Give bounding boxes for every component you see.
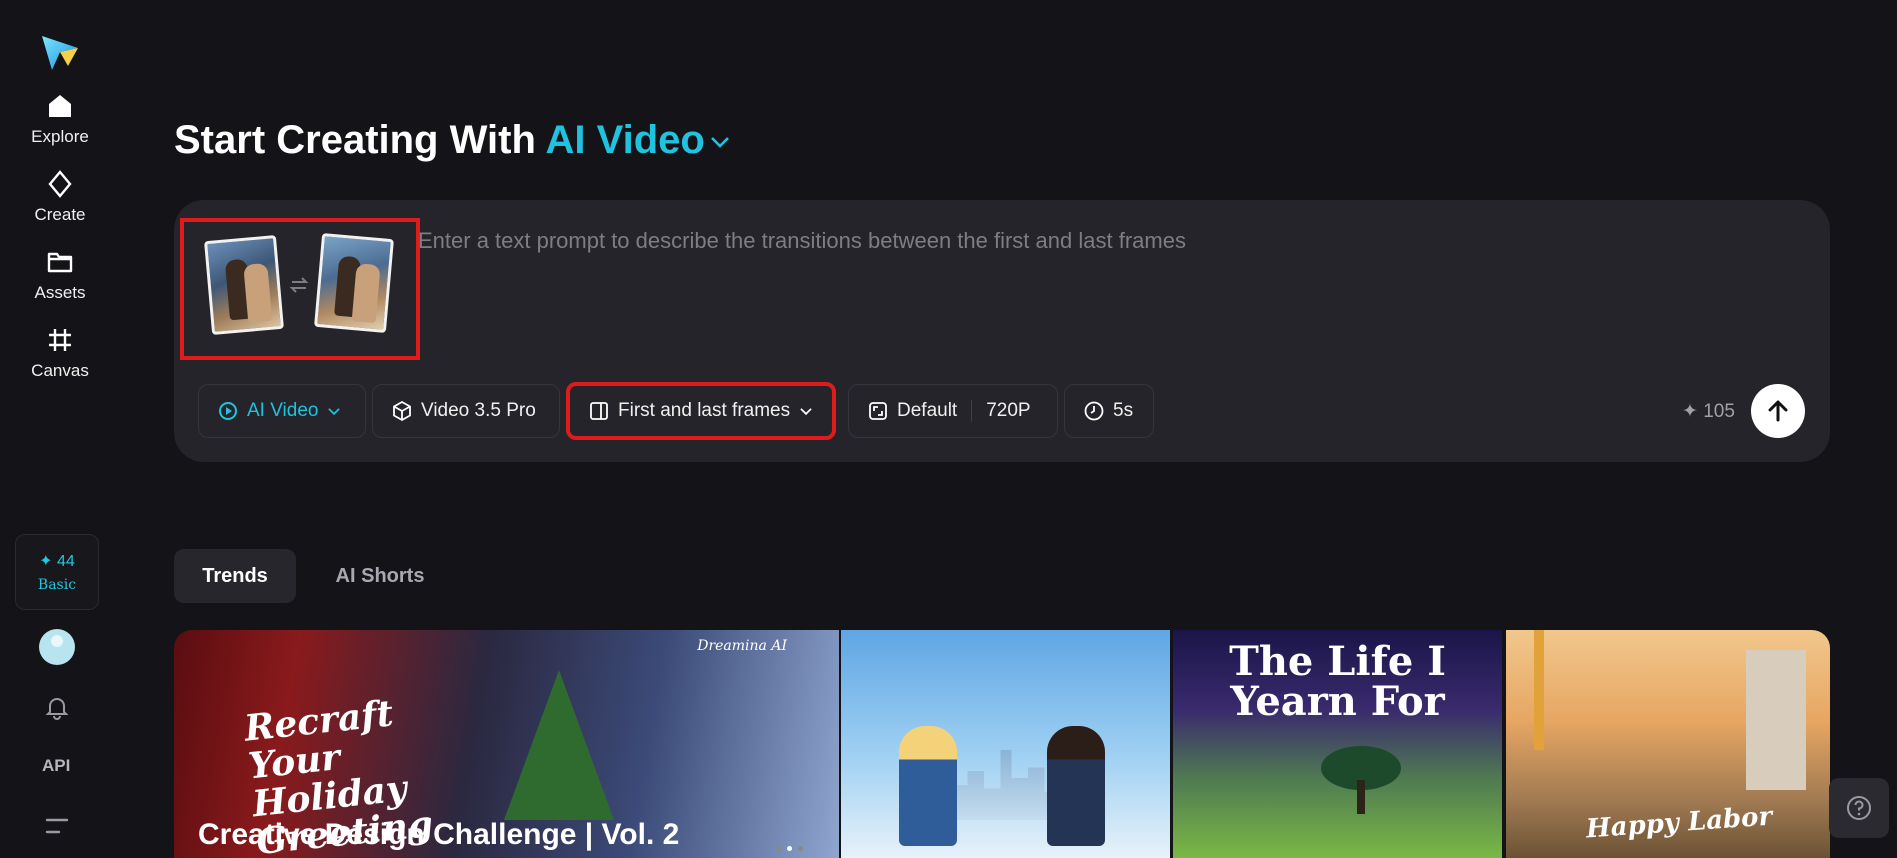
student-figure bbox=[899, 726, 957, 846]
divider bbox=[971, 400, 973, 422]
model-selector[interactable]: Video 3.5 Pro bbox=[372, 384, 560, 438]
resolution-label: 720P bbox=[986, 400, 1031, 421]
canvas-icon bbox=[49, 329, 71, 351]
sidebar-item-create[interactable]: Create bbox=[10, 158, 110, 236]
first-frame-thumbnail[interactable] bbox=[204, 235, 284, 335]
home-icon bbox=[49, 95, 71, 117]
video-generate-icon bbox=[219, 402, 237, 420]
clock-icon bbox=[1084, 401, 1104, 421]
sidebar-item-label: Create bbox=[34, 205, 86, 224]
credits-badge[interactable]: ✦ 44 Basic bbox=[15, 534, 99, 610]
crane-illustration bbox=[1534, 630, 1544, 750]
tab-ai-shorts[interactable]: AI Shorts bbox=[316, 549, 444, 603]
building-illustration bbox=[1746, 650, 1806, 790]
card-artwork-text: The Life I Yearn For bbox=[1229, 638, 1446, 725]
sidebar-item-label: Assets bbox=[34, 283, 86, 302]
trend-card-labor[interactable]: Happy Labor bbox=[1506, 630, 1830, 858]
trend-card-life[interactable]: The Life I Yearn For bbox=[1173, 630, 1502, 858]
tab-trends[interactable]: Trends bbox=[174, 549, 296, 603]
page-title-prefix: Start Creating With bbox=[174, 118, 536, 162]
sidebar-item-label: Explore bbox=[31, 127, 89, 146]
arrow-up-icon bbox=[1768, 400, 1788, 422]
christmas-tree-illustration bbox=[504, 670, 614, 820]
carousel-dots[interactable] bbox=[776, 846, 803, 851]
generate-button[interactable] bbox=[1751, 384, 1805, 438]
ai-video-dropdown[interactable]: AI Video bbox=[198, 384, 366, 438]
aspect-resolution-selector[interactable]: Default 720P bbox=[848, 384, 1058, 438]
credits-count: ✦ 44 bbox=[39, 553, 75, 570]
page-title-mode[interactable]: AI Video bbox=[546, 118, 705, 162]
model-label: Video 3.5 Pro bbox=[421, 400, 536, 421]
prompt-input[interactable] bbox=[418, 226, 1798, 256]
plan-tier: Basic bbox=[37, 577, 77, 593]
last-frame-thumbnail[interactable] bbox=[314, 233, 394, 333]
frames-icon bbox=[590, 402, 608, 420]
chevron-down-icon bbox=[328, 408, 341, 416]
menu-icon[interactable] bbox=[45, 816, 69, 836]
city-skyline-illustration bbox=[951, 750, 1061, 820]
card-brand-watermark: Dreamina AI bbox=[697, 638, 787, 654]
sidebar-item-explore[interactable]: Explore bbox=[10, 80, 110, 158]
duration-selector[interactable]: 5s bbox=[1064, 384, 1154, 438]
aspect-ratio-icon bbox=[869, 402, 887, 420]
sidebar-item-canvas[interactable]: Canvas bbox=[10, 314, 110, 392]
cube-icon bbox=[393, 400, 411, 422]
avatar[interactable] bbox=[39, 629, 75, 665]
chevron-down-icon bbox=[800, 408, 812, 416]
ai-video-label: AI Video bbox=[247, 400, 319, 421]
student-figure bbox=[1047, 726, 1105, 846]
card-artwork-text: Happy Labor bbox=[1585, 801, 1774, 845]
trend-card-holiday[interactable]: Recraft Your Holiday Greeting Dreamina A… bbox=[174, 630, 839, 858]
frame-mode-label: First and last frames bbox=[618, 400, 791, 421]
bell-icon[interactable] bbox=[44, 694, 70, 720]
duration-label: 5s bbox=[1113, 400, 1134, 421]
aspect-ratio-label: Default bbox=[897, 400, 958, 421]
dreamina-logo-icon[interactable] bbox=[38, 30, 82, 72]
sparkle-icon bbox=[48, 170, 72, 198]
frame-mode-dropdown[interactable]: First and last frames bbox=[566, 382, 836, 440]
tree-trunk bbox=[1357, 780, 1365, 814]
sidebar: Explore Create Assets Canvas bbox=[0, 0, 120, 858]
chevron-down-icon[interactable] bbox=[709, 135, 731, 149]
api-link[interactable]: API bbox=[42, 756, 70, 776]
folder-icon bbox=[47, 252, 73, 273]
help-icon bbox=[1847, 796, 1871, 820]
sidebar-item-label: Canvas bbox=[31, 361, 89, 380]
sidebar-item-assets[interactable]: Assets bbox=[10, 236, 110, 314]
trend-card-graduation[interactable] bbox=[841, 630, 1170, 858]
help-button[interactable] bbox=[1829, 778, 1889, 838]
card-title: Creative Design Challenge | Vol. 2 bbox=[198, 818, 680, 851]
frame-uploader[interactable] bbox=[180, 218, 420, 360]
credit-cost: ✦ 105 bbox=[1682, 401, 1735, 422]
swap-icon[interactable] bbox=[288, 274, 310, 296]
page-title: Start Creating With AI Video bbox=[174, 118, 731, 163]
